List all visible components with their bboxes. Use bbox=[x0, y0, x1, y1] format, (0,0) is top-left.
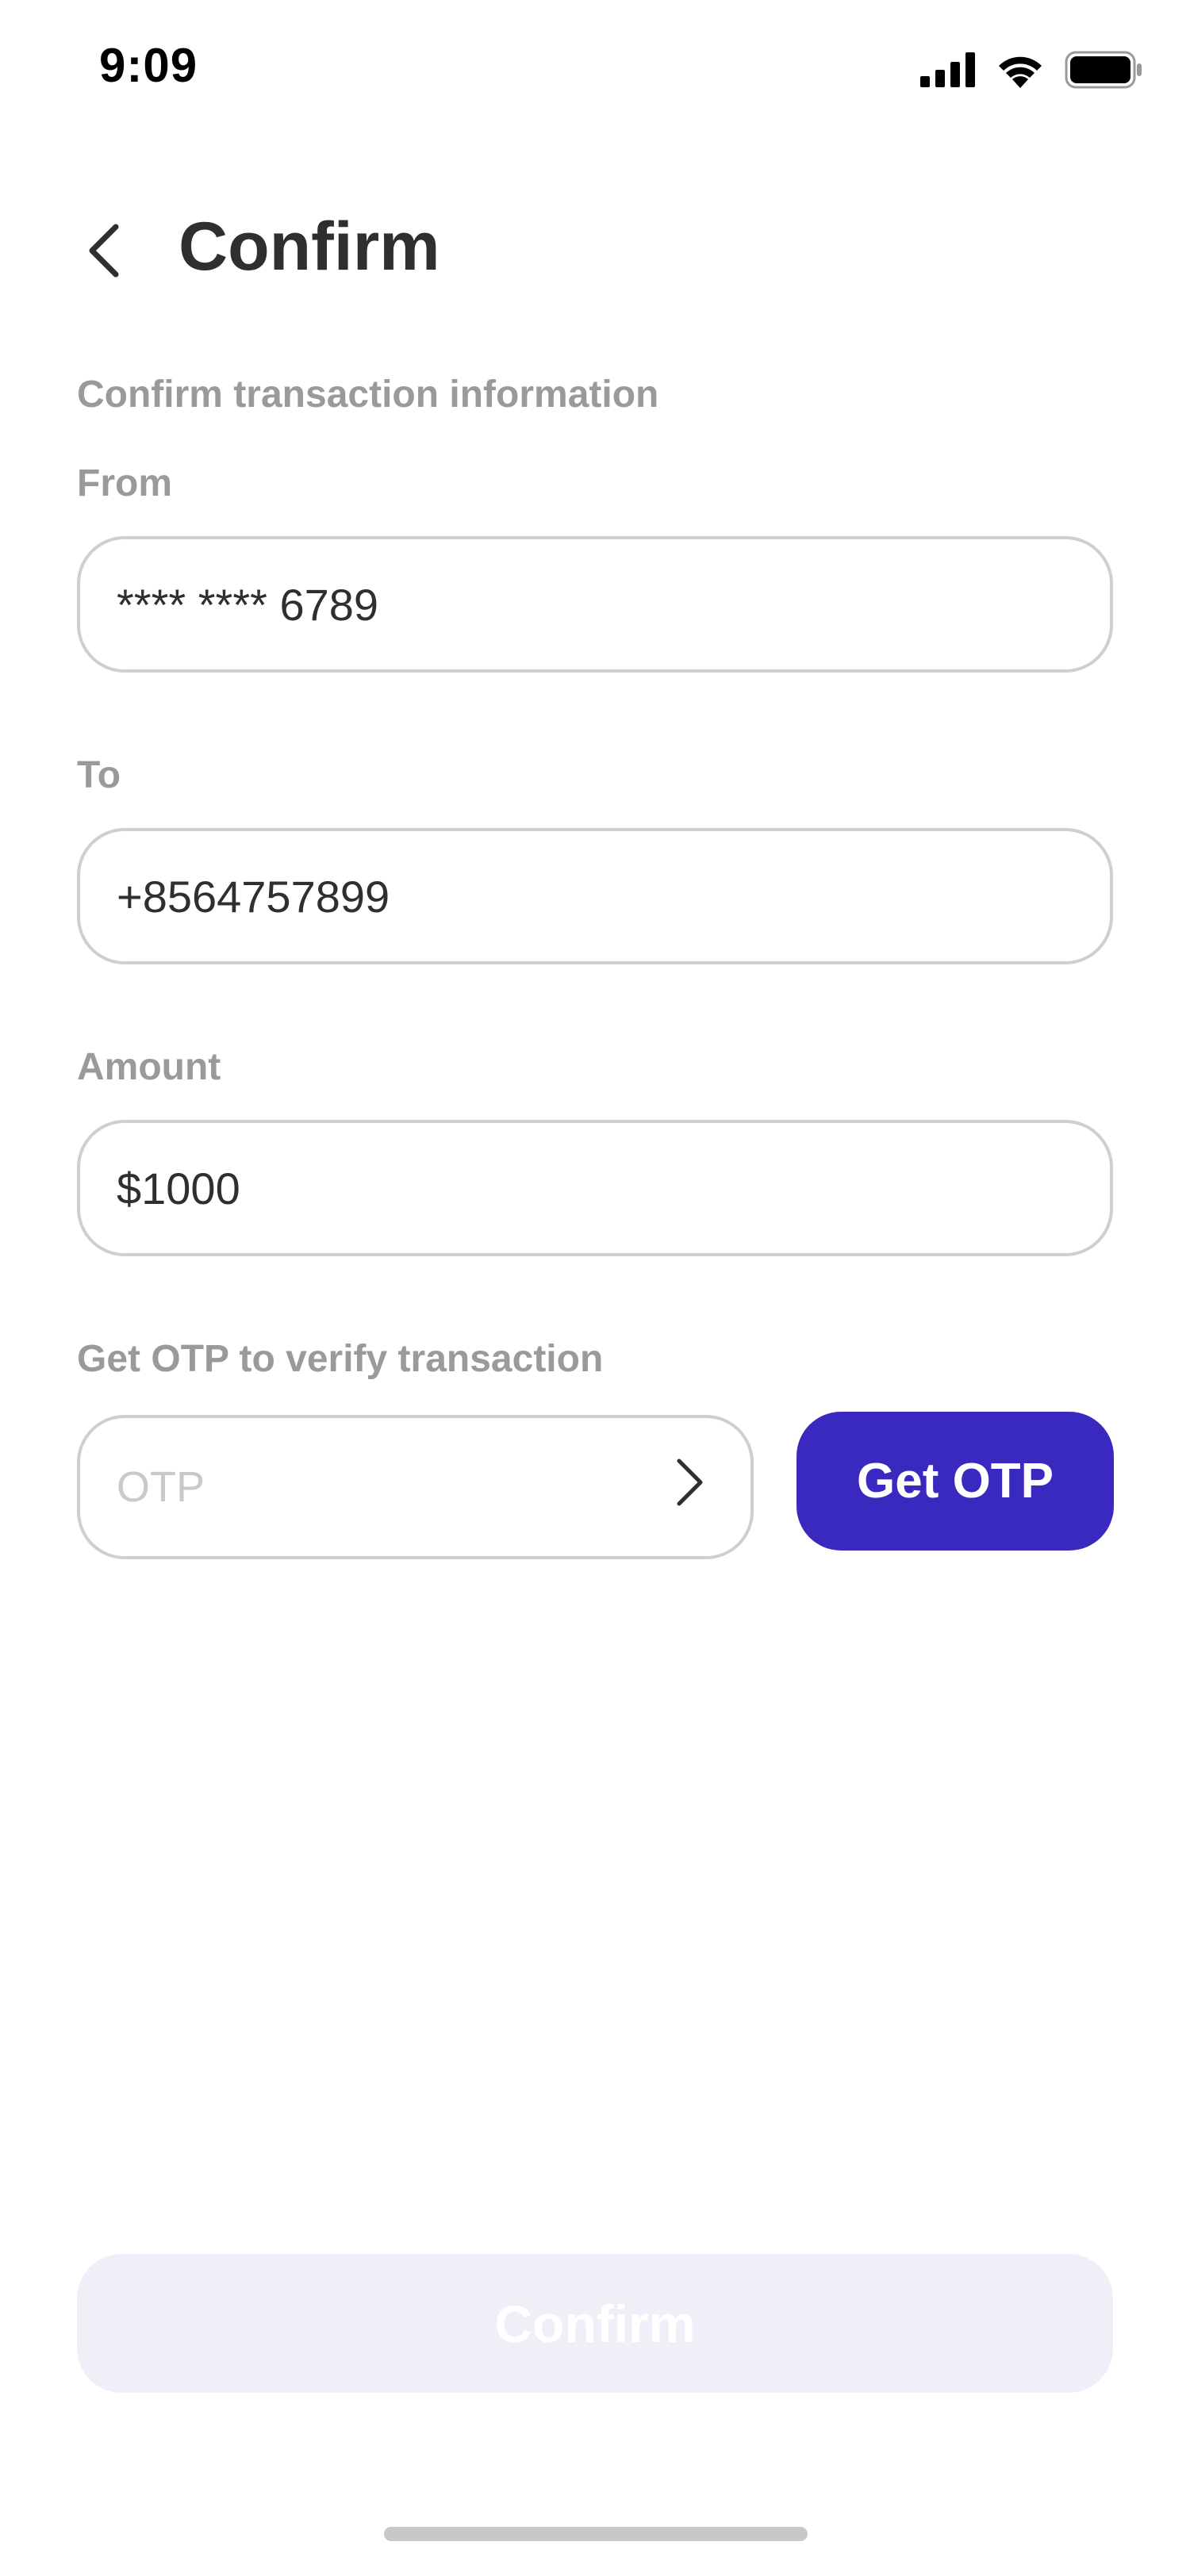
from-field[interactable]: **** **** 6789 bbox=[77, 536, 1113, 673]
page-title: Confirm bbox=[178, 209, 440, 285]
chevron-right-icon[interactable] bbox=[674, 1456, 706, 1519]
otp-label: Get OTP to verify transaction bbox=[77, 1338, 604, 1380]
battery-icon bbox=[1065, 51, 1142, 93]
from-value: **** **** 6789 bbox=[117, 579, 379, 630]
amount-label: Amount bbox=[77, 1046, 221, 1088]
section-heading: Confirm transaction information bbox=[77, 374, 659, 416]
to-value: +8564757899 bbox=[117, 871, 390, 922]
confirm-button[interactable]: Confirm bbox=[77, 2254, 1113, 2393]
confirm-screen: 9:09 Confirm Confirm transaction informa… bbox=[0, 0, 1190, 2576]
to-field[interactable]: +8564757899 bbox=[77, 828, 1113, 964]
to-label: To bbox=[77, 754, 121, 796]
amount-value: $1000 bbox=[117, 1163, 240, 1213]
status-time: 9:09 bbox=[99, 39, 198, 92]
get-otp-button[interactable]: Get OTP bbox=[797, 1412, 1114, 1551]
otp-placeholder: OTP bbox=[117, 1463, 205, 1511]
status-bar: 9:09 bbox=[0, 0, 1190, 143]
from-label: From bbox=[77, 462, 172, 504]
home-indicator bbox=[384, 2527, 808, 2541]
amount-field[interactable]: $1000 bbox=[77, 1120, 1113, 1256]
back-button[interactable] bbox=[75, 220, 131, 284]
status-icons bbox=[920, 51, 1142, 93]
cellular-signal-icon bbox=[920, 52, 976, 91]
chevron-left-icon bbox=[86, 222, 121, 283]
otp-input[interactable]: OTP bbox=[77, 1415, 754, 1559]
wifi-icon bbox=[996, 52, 1044, 92]
